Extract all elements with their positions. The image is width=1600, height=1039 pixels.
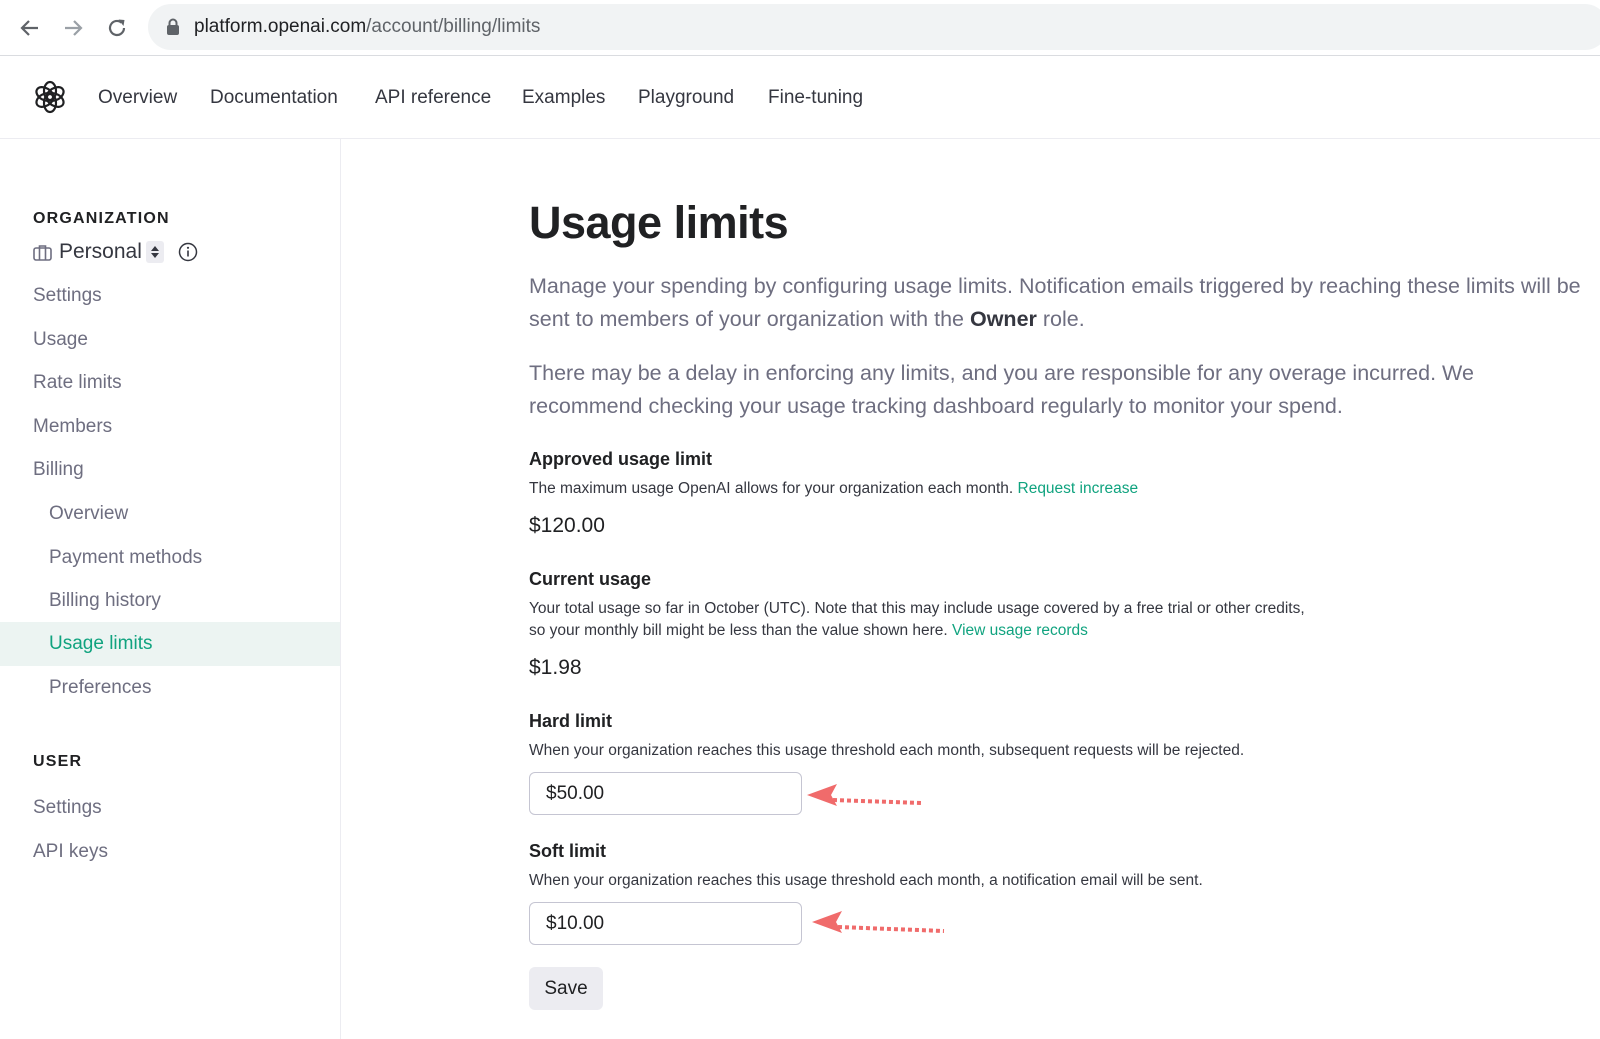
reload-icon xyxy=(108,19,126,37)
forward-button[interactable] xyxy=(56,11,90,45)
sidebar: ORGANIZATION Personal Settings Usage Rat… xyxy=(0,139,341,1039)
sidebar-item-rate-limits[interactable]: Rate limits xyxy=(0,361,340,405)
sidebar-item-billing-history[interactable]: Billing history xyxy=(0,579,340,623)
current-usage-desc-line2: so your monthly bill might be less than … xyxy=(529,622,948,639)
openai-logo-icon[interactable] xyxy=(32,79,68,115)
briefcase-icon xyxy=(33,244,52,261)
approved-limit-title: Approved usage limit xyxy=(529,449,713,469)
nav-playground[interactable]: Playground xyxy=(638,87,734,109)
sidebar-item-billing[interactable]: Billing xyxy=(0,448,340,492)
soft-limit-title: Soft limit xyxy=(529,841,606,861)
hard-limit-description: When your organization reaches this usag… xyxy=(529,742,1245,759)
org-switcher-icon[interactable] xyxy=(145,241,164,263)
arrow-left-icon xyxy=(20,20,38,36)
arrow-right-icon xyxy=(65,20,83,36)
organization-heading: ORGANIZATION xyxy=(33,210,170,227)
nav-documentation[interactable]: Documentation xyxy=(210,87,338,109)
sidebar-item-settings[interactable]: Settings xyxy=(0,274,340,318)
org-selector[interactable]: Personal xyxy=(33,238,198,266)
address-bar[interactable]: platform.openai.com/account/billing/limi… xyxy=(148,4,1600,50)
soft-limit-input[interactable] xyxy=(529,902,802,945)
owner-role: Owner xyxy=(969,307,1037,331)
intro-paragraph-2: There may be a delay in enforcing any li… xyxy=(529,361,1474,418)
sidebar-item-usage[interactable]: Usage xyxy=(0,318,340,362)
url-path: /account/billing/limits xyxy=(366,16,541,37)
hard-limit-title: Hard limit xyxy=(529,711,613,731)
approved-limit-description: The maximum usage OpenAI allows for your… xyxy=(529,478,1138,500)
nav-api-reference[interactable]: API reference xyxy=(375,87,491,109)
intro1-text-end: role. xyxy=(1036,307,1085,331)
top-navigation: Overview Documentation API reference Exa… xyxy=(0,57,1600,139)
reload-button[interactable] xyxy=(100,11,134,45)
current-usage-desc-line1: Your total usage so far in October (UTC)… xyxy=(529,600,1305,617)
nav-overview[interactable]: Overview xyxy=(98,87,177,109)
annotation-arrow-soft-limit-icon xyxy=(812,911,945,933)
nav-fine-tuning[interactable]: Fine-tuning xyxy=(768,87,863,109)
lock-icon xyxy=(167,18,179,35)
sidebar-item-preferences[interactable]: Preferences xyxy=(0,666,340,710)
url-host: platform.openai.com xyxy=(194,16,367,37)
info-icon[interactable] xyxy=(178,242,198,262)
sidebar-item-api-keys[interactable]: API keys xyxy=(0,830,340,874)
sidebar-item-usage-limits[interactable]: Usage limits xyxy=(0,622,340,666)
approved-limit-amount: $120.00 xyxy=(529,514,605,537)
hard-limit-input[interactable] xyxy=(529,772,802,815)
nav-examples[interactable]: Examples xyxy=(522,87,605,109)
sidebar-item-user-settings[interactable]: Settings xyxy=(0,786,340,830)
browser-toolbar: platform.openai.com/account/billing/limi… xyxy=(0,0,1600,56)
view-usage-records-link[interactable]: View usage records xyxy=(952,622,1088,639)
soft-limit-description: When your organization reaches this usag… xyxy=(529,872,1203,889)
request-increase-link[interactable]: Request increase xyxy=(1018,480,1139,497)
url-text: platform.openai.com/account/billing/limi… xyxy=(194,16,540,38)
sidebar-item-members[interactable]: Members xyxy=(0,405,340,449)
org-name: Personal xyxy=(59,240,142,263)
page-title: Usage limits xyxy=(529,197,789,248)
user-heading: USER xyxy=(33,753,83,770)
current-usage-title: Current usage xyxy=(529,569,652,589)
approved-limit-desc-text: The maximum usage OpenAI allows for your… xyxy=(529,480,1014,497)
save-button[interactable]: Save xyxy=(529,967,603,1010)
current-usage-amount: $1.98 xyxy=(529,656,582,679)
sidebar-item-billing-overview[interactable]: Overview xyxy=(0,492,340,536)
back-button[interactable] xyxy=(13,11,47,45)
sidebar-item-payment-methods[interactable]: Payment methods xyxy=(0,536,340,580)
current-usage-description: Your total usage so far in October (UTC)… xyxy=(529,598,1305,642)
annotation-arrow-hard-limit-icon xyxy=(807,784,922,806)
intro-paragraph-1: Manage your spending by configuring usag… xyxy=(529,270,1589,336)
